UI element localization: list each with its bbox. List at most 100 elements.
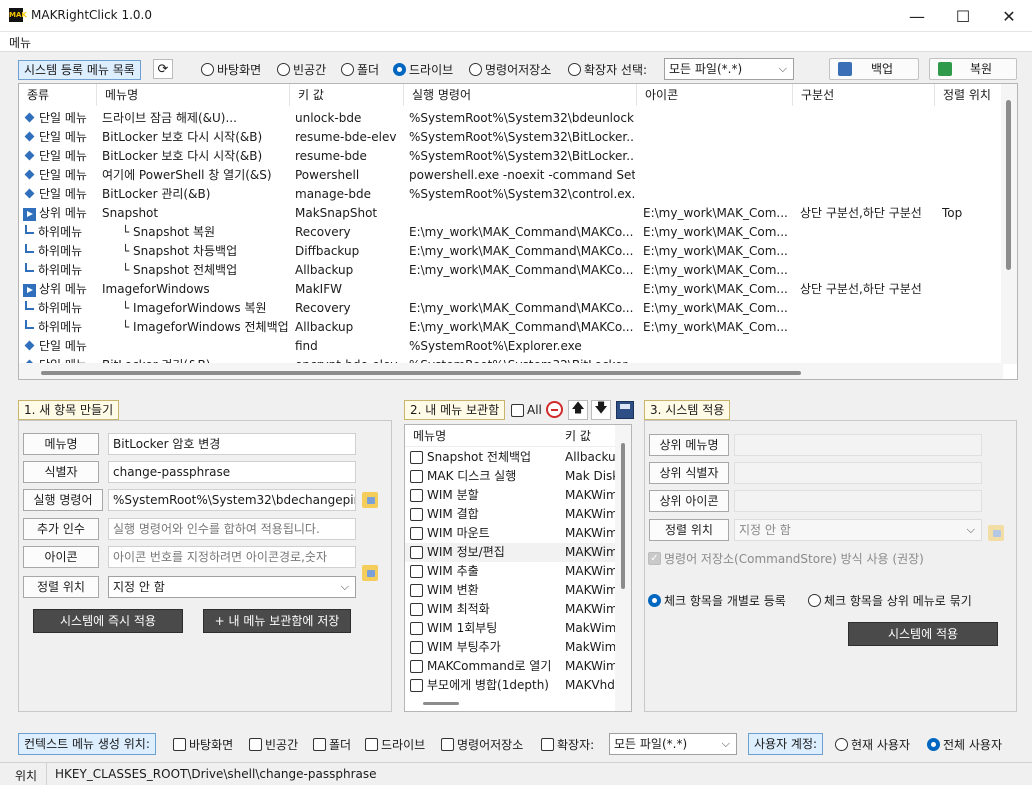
list-item[interactable]: WIM 1회부팅 MakWim	[405, 619, 617, 638]
table-row[interactable]: 단일 메뉴 여기에 PowerShell 창 열기(&S) Powershell po…	[19, 166, 1003, 185]
checkbox-indicator[interactable]	[410, 584, 423, 597]
table-row[interactable]: 하위메뉴 └ Snapshot 복원 Recovery E:\my_work\MAK_…	[19, 223, 1003, 242]
parent-id-label[interactable]: 상위 식별자	[649, 462, 729, 484]
list-item[interactable]: WIM 마운트 MAKWim	[405, 524, 617, 543]
checkbox-indicator[interactable]	[410, 603, 423, 616]
list-item[interactable]: WIM 결합 MAKWim	[405, 505, 617, 524]
check-extension[interactable]: 확장자:	[541, 736, 594, 753]
table-row[interactable]: 단일 메뉴 BitLocker 보호 다시 시작(&B) resume-bde %Sy…	[19, 147, 1003, 166]
radio-current-user[interactable]: 현재 사용자	[835, 736, 910, 753]
radio-group-under-parent[interactable]: 체크 항목을 상위 메뉴로 묶기	[808, 592, 972, 609]
column-header-menu-name[interactable]: 메뉴명	[97, 84, 290, 106]
list-item[interactable]: 부모에게 병합(1depth) MAKVhd	[405, 676, 617, 695]
check-desktop[interactable]: 바탕화면	[173, 736, 233, 753]
table-row[interactable]: 단일 메뉴 find %SystemRoot%\Explorer.exe	[19, 337, 1003, 356]
position-label[interactable]: 정렬 위치	[23, 576, 99, 598]
checkbox-indicator[interactable]	[410, 679, 423, 692]
table-row[interactable]: 하위메뉴 └ ImageforWindows 전체백업 Allbackup E:\my…	[19, 318, 1003, 337]
table-row[interactable]: 단일 메뉴 드라이브 잠금 해제(&U)... unlock-bde %SystemR…	[19, 109, 1003, 128]
bottom-extension-select[interactable]: 모든 파일(*.*) ⌵	[609, 733, 737, 755]
horizontal-scrollbar[interactable]	[19, 363, 1003, 379]
list-item[interactable]: MAKCommand로 열기 MAKWim	[405, 657, 617, 676]
horizontal-scroll-thumb[interactable]	[423, 702, 459, 705]
scroll-thumb[interactable]	[621, 443, 625, 589]
list-item[interactable]: WIM 분할 MAKWim	[405, 486, 617, 505]
favorites-list[interactable]: 메뉴명 키 값 Snapshot 전체백업 Allbackup MAK 디스크 실행…	[404, 424, 632, 712]
system-menu-list[interactable]: 종류 메뉴명 키 값 실행 명령어 아이콘 구분선 정렬 위치 단일 메뉴 드라이…	[18, 83, 1018, 380]
check-drive[interactable]: 드라이브	[365, 736, 425, 753]
remove-icon[interactable]	[546, 401, 563, 418]
list-item[interactable]: Snapshot 전체백업 Allbackup	[405, 448, 617, 467]
checkbox-indicator[interactable]	[410, 508, 423, 521]
scroll-thumb[interactable]	[1006, 100, 1011, 270]
scroll-thumb[interactable]	[41, 371, 801, 375]
check-folder[interactable]: 폴더	[313, 736, 351, 753]
table-row[interactable]: 단일 메뉴 BitLocker 관리(&B) manage-bde %SystemRo…	[19, 185, 1003, 204]
list-item[interactable]: WIM 최적화 MAKWim	[405, 600, 617, 619]
vertical-scrollbar[interactable]	[1001, 84, 1017, 364]
parent-icon-label[interactable]: 상위 아이콘	[649, 490, 729, 512]
column-header-icon[interactable]: 아이콘	[637, 84, 793, 106]
apply-now-button[interactable]: 시스템에 즉시 적용	[33, 609, 183, 633]
column-header-position[interactable]: 정렬 위치	[935, 84, 1003, 106]
checkbox-indicator[interactable]	[410, 470, 423, 483]
column-header-command[interactable]: 실행 명령어	[404, 84, 637, 106]
table-row[interactable]: 상위 메뉴 Snapshot MakSnapShot E:\my_work\MAK_C…	[19, 204, 1003, 223]
browse-icon-folder-icon[interactable]	[362, 565, 378, 581]
list-item[interactable]: WIM 정보/편집 MAKWim	[405, 543, 617, 562]
command-label[interactable]: 실행 명령어	[23, 489, 103, 511]
radio-commandstore[interactable]: 명령어저장소	[469, 61, 551, 78]
checkbox-indicator[interactable]	[410, 565, 423, 578]
radio-background[interactable]: 빈공간	[277, 61, 326, 78]
close-button[interactable]: ✕	[986, 0, 1032, 32]
args-field[interactable]: 실행 명령어와 인수를 합하여 적용됩니다.	[108, 518, 356, 540]
parent-menu-label[interactable]: 상위 메뉴명	[649, 434, 729, 456]
backup-button[interactable]: 백업	[829, 58, 919, 80]
checkbox-indicator[interactable]	[410, 660, 423, 673]
move-down-icon[interactable]: 🡇	[591, 400, 611, 420]
save-disk-icon[interactable]	[616, 401, 634, 419]
checkbox-indicator[interactable]	[410, 546, 423, 559]
menu-item-main[interactable]: 메뉴	[9, 34, 31, 51]
save-to-favorites-button[interactable]: + 내 메뉴 보관함에 저장	[203, 609, 351, 633]
refresh-icon[interactable]: ⟳	[153, 59, 173, 79]
column-header-key[interactable]: 키 값	[565, 425, 591, 447]
checkbox-indicator[interactable]	[410, 489, 423, 502]
list-item[interactable]: WIM 추출 MAKWim	[405, 562, 617, 581]
args-label[interactable]: 추가 인수	[23, 518, 99, 540]
column-header-key[interactable]: 키 값	[290, 84, 404, 106]
select-all-checkbox[interactable]: All	[511, 403, 542, 417]
table-row[interactable]: 단일 메뉴 BitLocker 보호 다시 시작(&B) resume-bde-el…	[19, 128, 1003, 147]
column-header-separator[interactable]: 구분선	[793, 84, 935, 106]
position-select[interactable]: 지정 안 함 ⌵	[108, 576, 356, 598]
minimize-button[interactable]: —	[894, 0, 940, 32]
identifier-label[interactable]: 식별자	[23, 461, 99, 483]
radio-desktop[interactable]: 바탕화면	[201, 61, 261, 78]
checkbox-indicator[interactable]	[410, 527, 423, 540]
apply-position-label[interactable]: 정렬 위치	[649, 519, 729, 541]
command-field[interactable]: %SystemRoot%\System32\bdechangepin.exe	[108, 489, 356, 511]
check-background[interactable]: 빈공간	[249, 736, 298, 753]
icon-label[interactable]: 아이콘	[23, 546, 99, 568]
browse-folder-icon[interactable]	[362, 492, 378, 508]
checkbox-indicator[interactable]	[410, 641, 423, 654]
apply-to-system-button[interactable]: 시스템에 적용	[848, 622, 998, 646]
table-row[interactable]: 하위메뉴 └ Snapshot 차등백업 Diffbackup E:\my_work\…	[19, 242, 1003, 261]
radio-folder[interactable]: 폴더	[341, 61, 379, 78]
radio-extension[interactable]: 확장자 선택:	[568, 61, 647, 78]
table-row[interactable]: 하위메뉴 └ Snapshot 전체백업 Allbackup E:\my_work\M…	[19, 261, 1003, 280]
checkbox-indicator[interactable]	[410, 451, 423, 464]
column-header-menu-name[interactable]: 메뉴명	[413, 425, 446, 447]
commandstore-checkbox[interactable]: ✓ 명령어 저장소(CommandStore) 방식 사용 (권장)	[648, 550, 924, 567]
extension-select[interactable]: 모든 파일(*.*) ⌵	[664, 58, 794, 80]
move-up-icon[interactable]: 🡅	[568, 400, 588, 420]
apply-position-select[interactable]: 지정 안 함 ⌵	[734, 519, 982, 541]
table-row[interactable]: 상위 메뉴 ImageforWindows MakIFW E:\my_work\MAK…	[19, 280, 1003, 299]
parent-id-field[interactable]	[734, 462, 982, 484]
icon-field[interactable]: 아이콘 번호를 지정하려면 아이콘경로,숫자	[108, 546, 356, 568]
parent-icon-field[interactable]	[734, 490, 982, 512]
list-item[interactable]: WIM 부팅추가 MakWim	[405, 638, 617, 657]
table-row[interactable]: 하위메뉴 └ ImageforWindows 복원 Recovery E:\my_wo…	[19, 299, 1003, 318]
checkbox-indicator[interactable]	[410, 622, 423, 635]
menu-name-field[interactable]: BitLocker 암호 변경	[108, 433, 356, 455]
